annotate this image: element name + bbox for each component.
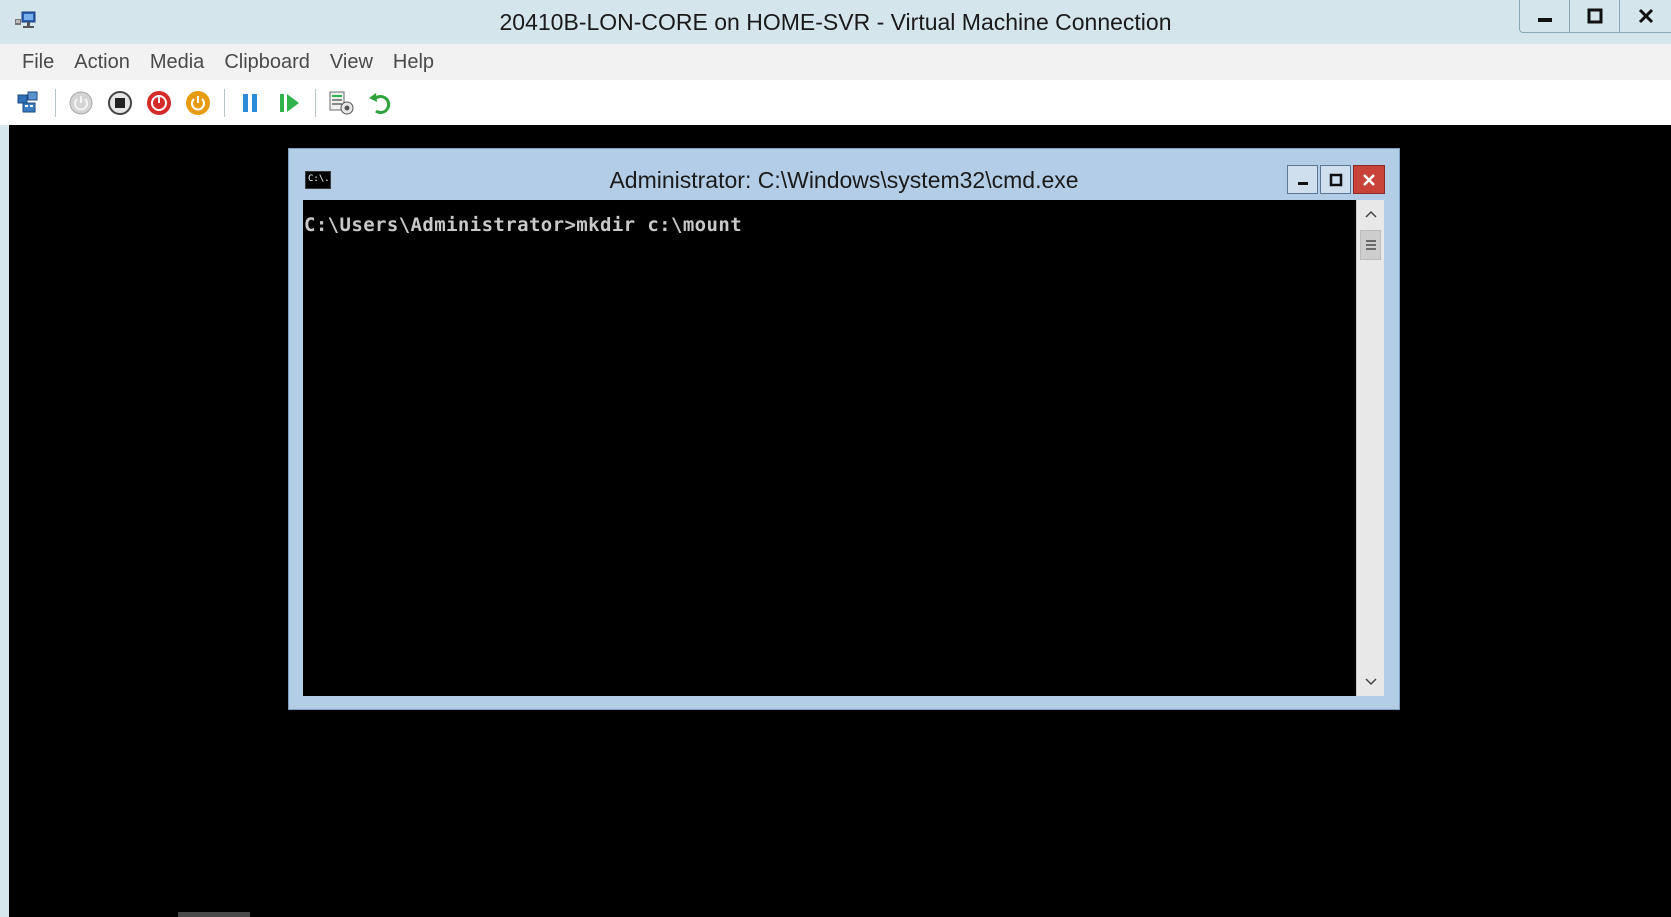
title-bar[interactable]: 20410B-LON-CORE on HOME-SVR - Virtual Ma… <box>0 0 1671 44</box>
cmd-window[interactable]: C:\. Administrator: C:\Windows\system32\… <box>288 148 1400 710</box>
menu-help[interactable]: Help <box>383 44 444 80</box>
close-icon[interactable] <box>1353 165 1385 194</box>
console-area[interactable]: C:\Users\Administrator>mkdir c:\mount <box>303 200 1384 696</box>
vertical-scrollbar[interactable] <box>1356 200 1384 696</box>
menu-bar: File Action Media Clipboard View Help <box>0 44 1671 80</box>
toolbar-separator <box>315 88 316 117</box>
window-border <box>0 125 9 917</box>
scroll-thumb[interactable] <box>1360 230 1381 260</box>
reset-icon[interactable] <box>274 88 304 118</box>
close-icon[interactable] <box>1619 0 1671 33</box>
save-icon[interactable] <box>183 88 213 118</box>
toolbar-separator <box>224 88 225 117</box>
cmd-title-bar[interactable]: C:\. Administrator: C:\Windows\system32\… <box>289 149 1399 199</box>
scroll-up-icon[interactable] <box>1357 202 1384 226</box>
maximize-icon[interactable] <box>1569 0 1619 33</box>
pause-icon[interactable] <box>235 88 265 118</box>
menu-file[interactable]: File <box>12 44 64 80</box>
maximize-icon[interactable] <box>1320 165 1351 194</box>
toolbar <box>0 80 1671 125</box>
toolbar-separator <box>55 88 56 117</box>
menu-action[interactable]: Action <box>64 44 140 80</box>
turn-off-icon[interactable] <box>105 88 135 118</box>
menu-clipboard[interactable]: Clipboard <box>214 44 320 80</box>
start-icon[interactable] <box>66 88 96 118</box>
menu-media[interactable]: Media <box>140 44 214 80</box>
taskbar-fragment <box>178 912 250 917</box>
checkpoint-icon[interactable] <box>326 88 356 118</box>
revert-icon[interactable] <box>365 88 395 118</box>
minimize-icon[interactable] <box>1519 0 1569 33</box>
scroll-down-icon[interactable] <box>1357 670 1384 694</box>
minimize-icon[interactable] <box>1287 165 1318 194</box>
vm-connection-window: 20410B-LON-CORE on HOME-SVR - Virtual Ma… <box>0 0 1671 917</box>
window-controls <box>1519 0 1671 33</box>
cmd-window-controls <box>1285 165 1385 194</box>
window-title: 20410B-LON-CORE on HOME-SVR - Virtual Ma… <box>499 9 1172 35</box>
shut-down-icon[interactable] <box>144 88 174 118</box>
ctrl-alt-del-icon[interactable] <box>14 88 44 118</box>
console-line: C:\Users\Administrator>mkdir c:\mount <box>304 214 743 236</box>
menu-view[interactable]: View <box>320 44 383 80</box>
